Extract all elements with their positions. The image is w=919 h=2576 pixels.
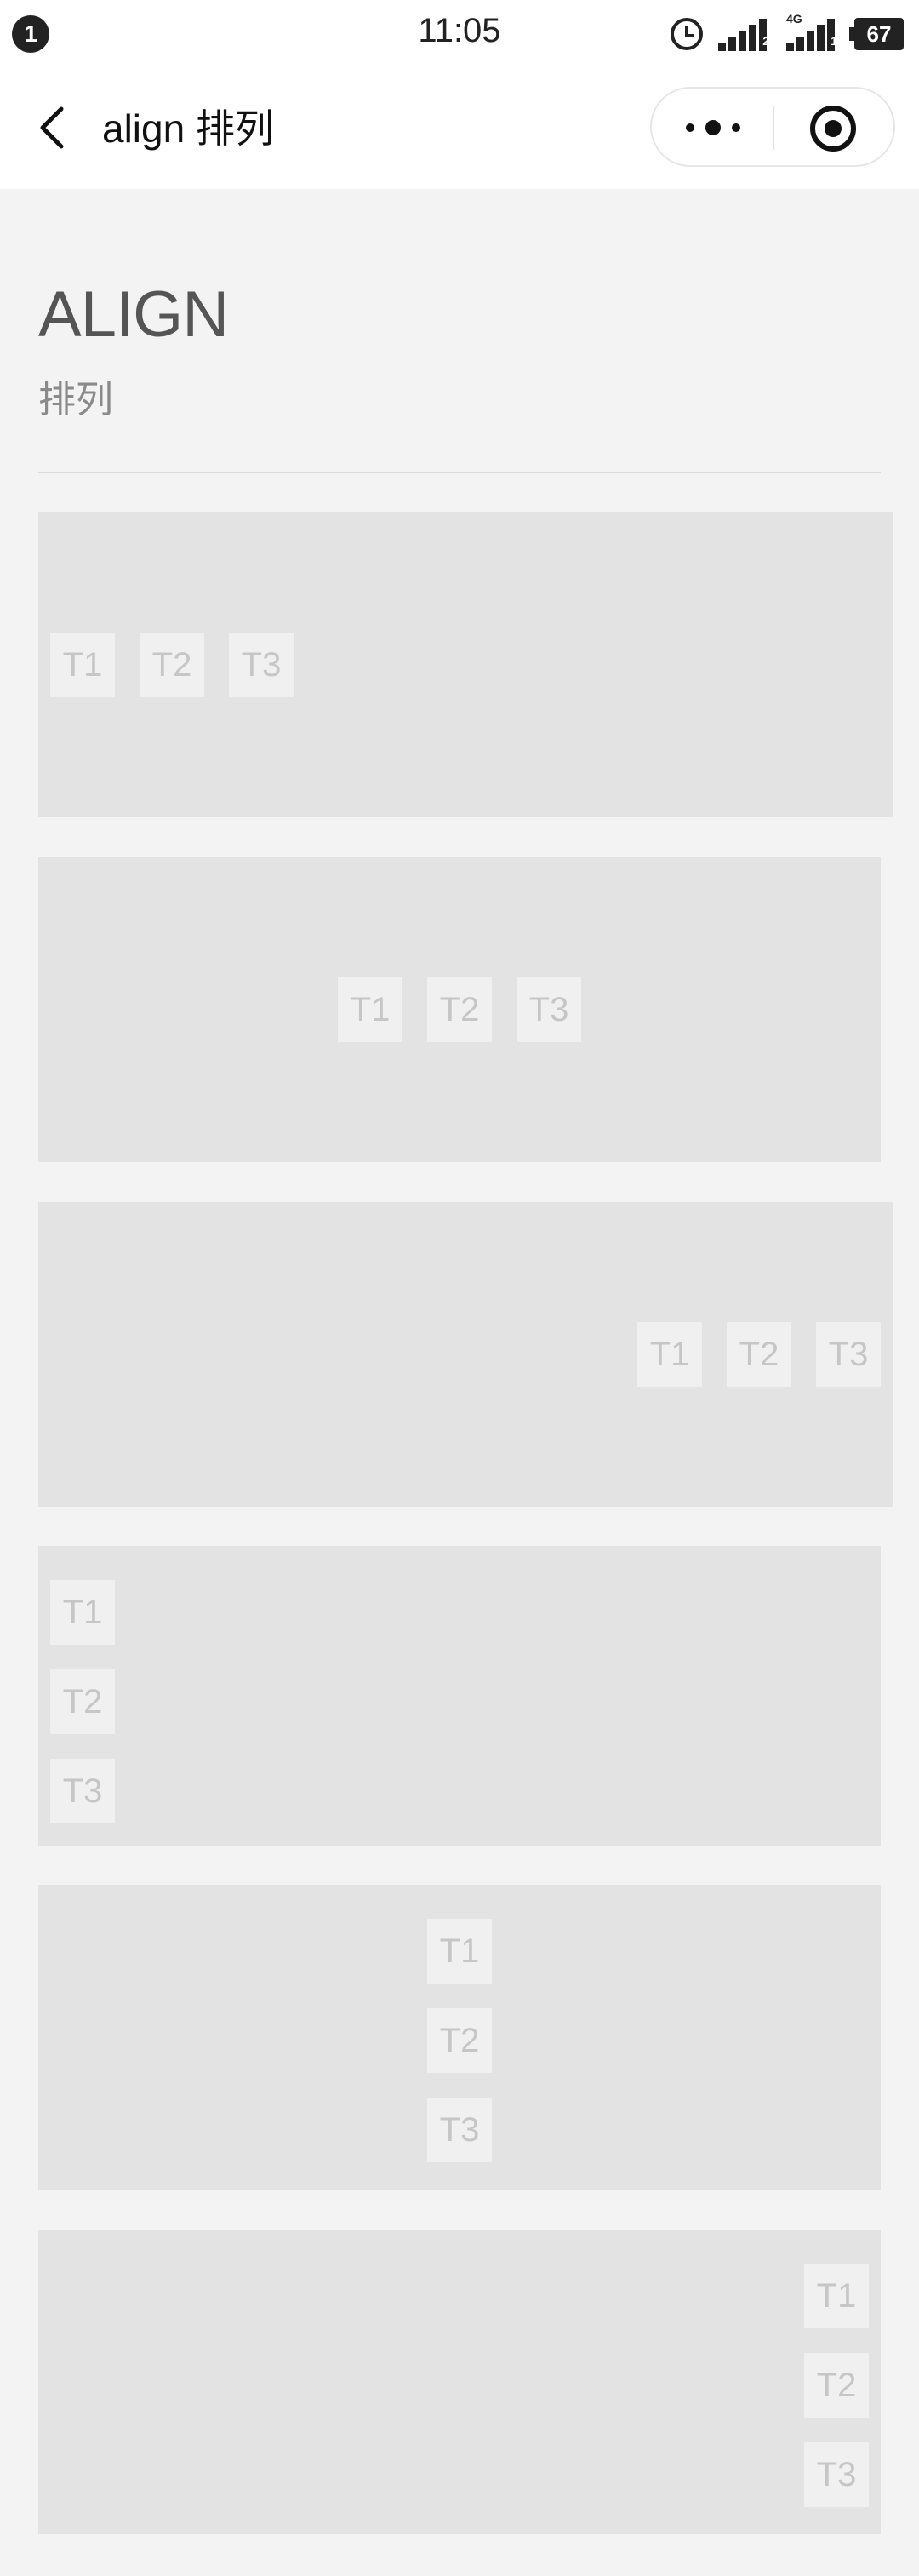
demo-item: T1 [427, 1919, 492, 1984]
page-subtitle: 排列 [38, 379, 113, 421]
capsule-divider [773, 106, 774, 150]
alarm-clock-icon [671, 18, 703, 50]
demo-item: T3 [816, 1322, 881, 1387]
demo-item: T2 [804, 2353, 869, 2418]
align-demo-row-right: T1 T2 T3 [38, 1202, 893, 1507]
demo-item: T3 [229, 633, 294, 697]
demo-item: T2 [427, 2008, 492, 2073]
align-demo-column-center: T1 T2 T3 [38, 1885, 881, 2190]
align-demo-column-right: T1 T2 T3 [38, 2230, 881, 2534]
demo-item: T2 [427, 977, 492, 1042]
demo-item: T1 [637, 1322, 702, 1387]
demo-item: T3 [427, 2098, 492, 2162]
demo-item: T2 [140, 633, 204, 697]
network-type: 4G [786, 12, 802, 26]
status-indicators: 2 4G 1 67 [671, 12, 904, 54]
more-dots-icon[interactable] [686, 109, 740, 146]
page-title: ALIGN [38, 278, 229, 351]
demo-item: T3 [50, 1759, 115, 1823]
menu-capsule [650, 87, 895, 167]
signal-sim2-icon: 4G 1 [786, 12, 839, 51]
battery-level: 67 [866, 20, 892, 47]
sim2-tag: 1 [831, 34, 837, 48]
navigation-bar: align 排列 [0, 68, 919, 189]
demo-item: T3 [804, 2442, 869, 2507]
battery-icon: 67 [849, 18, 904, 50]
align-demo-row-left: T1 T2 T3 [38, 512, 893, 817]
header-divider [38, 472, 881, 473]
demo-item: T2 [50, 1669, 115, 1734]
demo-item: T2 [727, 1322, 791, 1387]
align-demo-column-left: T1 T2 T3 [38, 1546, 881, 1846]
target-circle-icon[interactable] [810, 106, 856, 152]
sim1-tag: 2 [762, 34, 769, 48]
demo-item: T1 [338, 977, 402, 1042]
demo-item: T1 [804, 2264, 869, 2328]
status-bar: 1 11:05 2 4G 1 67 [0, 0, 919, 68]
demo-item: T1 [50, 633, 115, 697]
signal-sim1-icon: 2 [718, 17, 771, 51]
chevron-left-icon[interactable] [32, 106, 77, 150]
page-nav-title: align 排列 [102, 106, 274, 151]
demo-item: T1 [50, 1580, 115, 1645]
align-demo-row-center: T1 T2 T3 [38, 857, 881, 1162]
demo-item: T3 [517, 977, 581, 1042]
